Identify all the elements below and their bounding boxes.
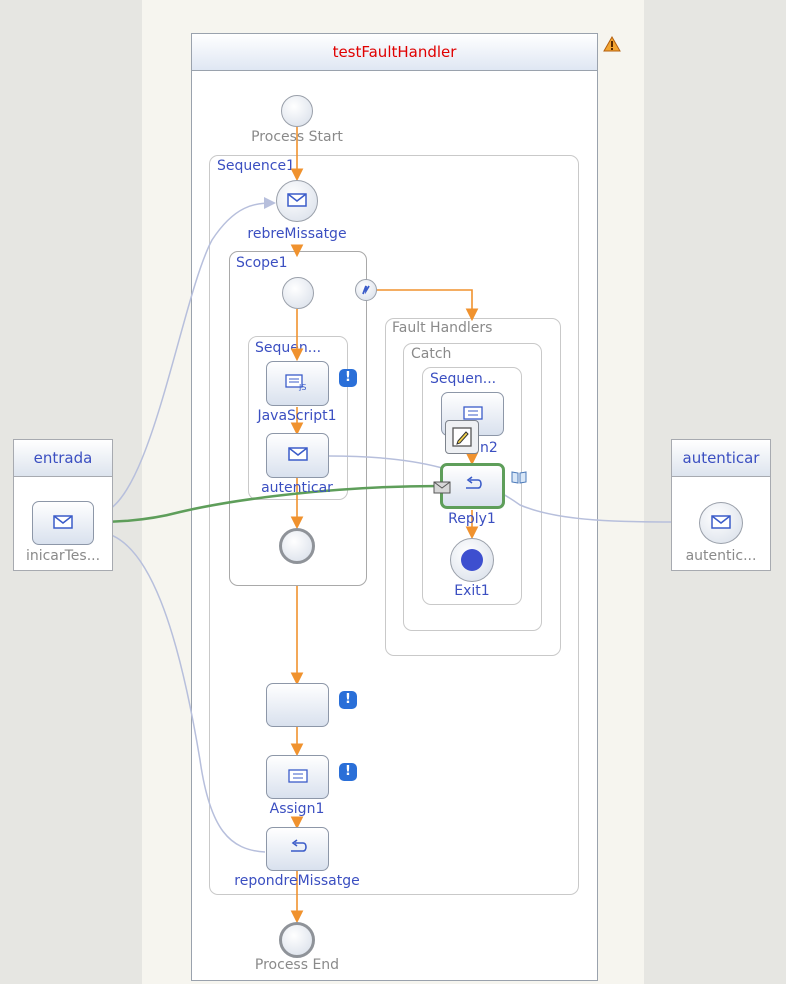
envelope-icon <box>711 514 731 533</box>
catch-activity-label: n2 <box>480 440 498 456</box>
envelope-icon <box>433 479 451 494</box>
assign-activity[interactable] <box>266 755 329 799</box>
partner-operation-label: inicarTes... <box>25 548 101 564</box>
process-end-label: Process End <box>254 957 340 973</box>
javascript-label: JavaScript1 <box>257 408 337 424</box>
invoke-label: autenticar <box>261 480 333 496</box>
receive-label: rebreMissatge <box>247 226 347 242</box>
process-start-node[interactable] <box>281 95 313 127</box>
reply-arrow-icon <box>462 476 484 496</box>
invoke-activity[interactable] <box>266 433 329 478</box>
empty-activity[interactable] <box>266 683 329 727</box>
info-badge-icon[interactable]: ! <box>339 369 357 387</box>
partner-operation-button[interactable] <box>32 501 94 545</box>
assign-label: Assign1 <box>269 801 325 817</box>
respond-label: repondreMissatge <box>234 873 360 889</box>
javascript-icon: JS <box>284 373 311 395</box>
exit-label: Exit1 <box>454 583 490 599</box>
receive-node[interactable] <box>276 180 318 222</box>
partner-operation-node[interactable] <box>699 502 743 544</box>
process-start-label: Process Start <box>251 129 343 145</box>
reply-arrow-icon <box>287 839 309 859</box>
scope-end-node[interactable] <box>279 528 315 564</box>
envelope-icon <box>287 446 308 465</box>
documentation-book-icon[interactable] <box>511 469 527 484</box>
envelope-icon <box>287 192 307 211</box>
assign-icon <box>287 768 308 787</box>
info-badge-icon[interactable]: ! <box>339 763 357 781</box>
envelope-icon <box>53 514 73 533</box>
connections <box>86 127 697 924</box>
svg-text:JS: JS <box>298 383 306 391</box>
partner-link-entrada-title[interactable]: entrada <box>13 439 113 477</box>
javascript-activity[interactable]: JS <box>266 361 329 406</box>
reply-label: Reply1 <box>448 511 496 527</box>
exit-icon <box>461 549 483 571</box>
scope-start-node[interactable] <box>282 277 314 309</box>
partner-link-autenticar-title[interactable]: autenticar <box>671 439 771 477</box>
process-end-node[interactable] <box>279 922 315 958</box>
fault-handler-icon[interactable] <box>355 279 377 301</box>
info-badge-icon[interactable]: ! <box>339 691 357 709</box>
edit-pencil-icon[interactable] <box>445 420 479 454</box>
respond-activity[interactable] <box>266 827 329 871</box>
exit-node[interactable] <box>450 538 494 582</box>
partner-operation-label: autentic... <box>685 548 757 564</box>
